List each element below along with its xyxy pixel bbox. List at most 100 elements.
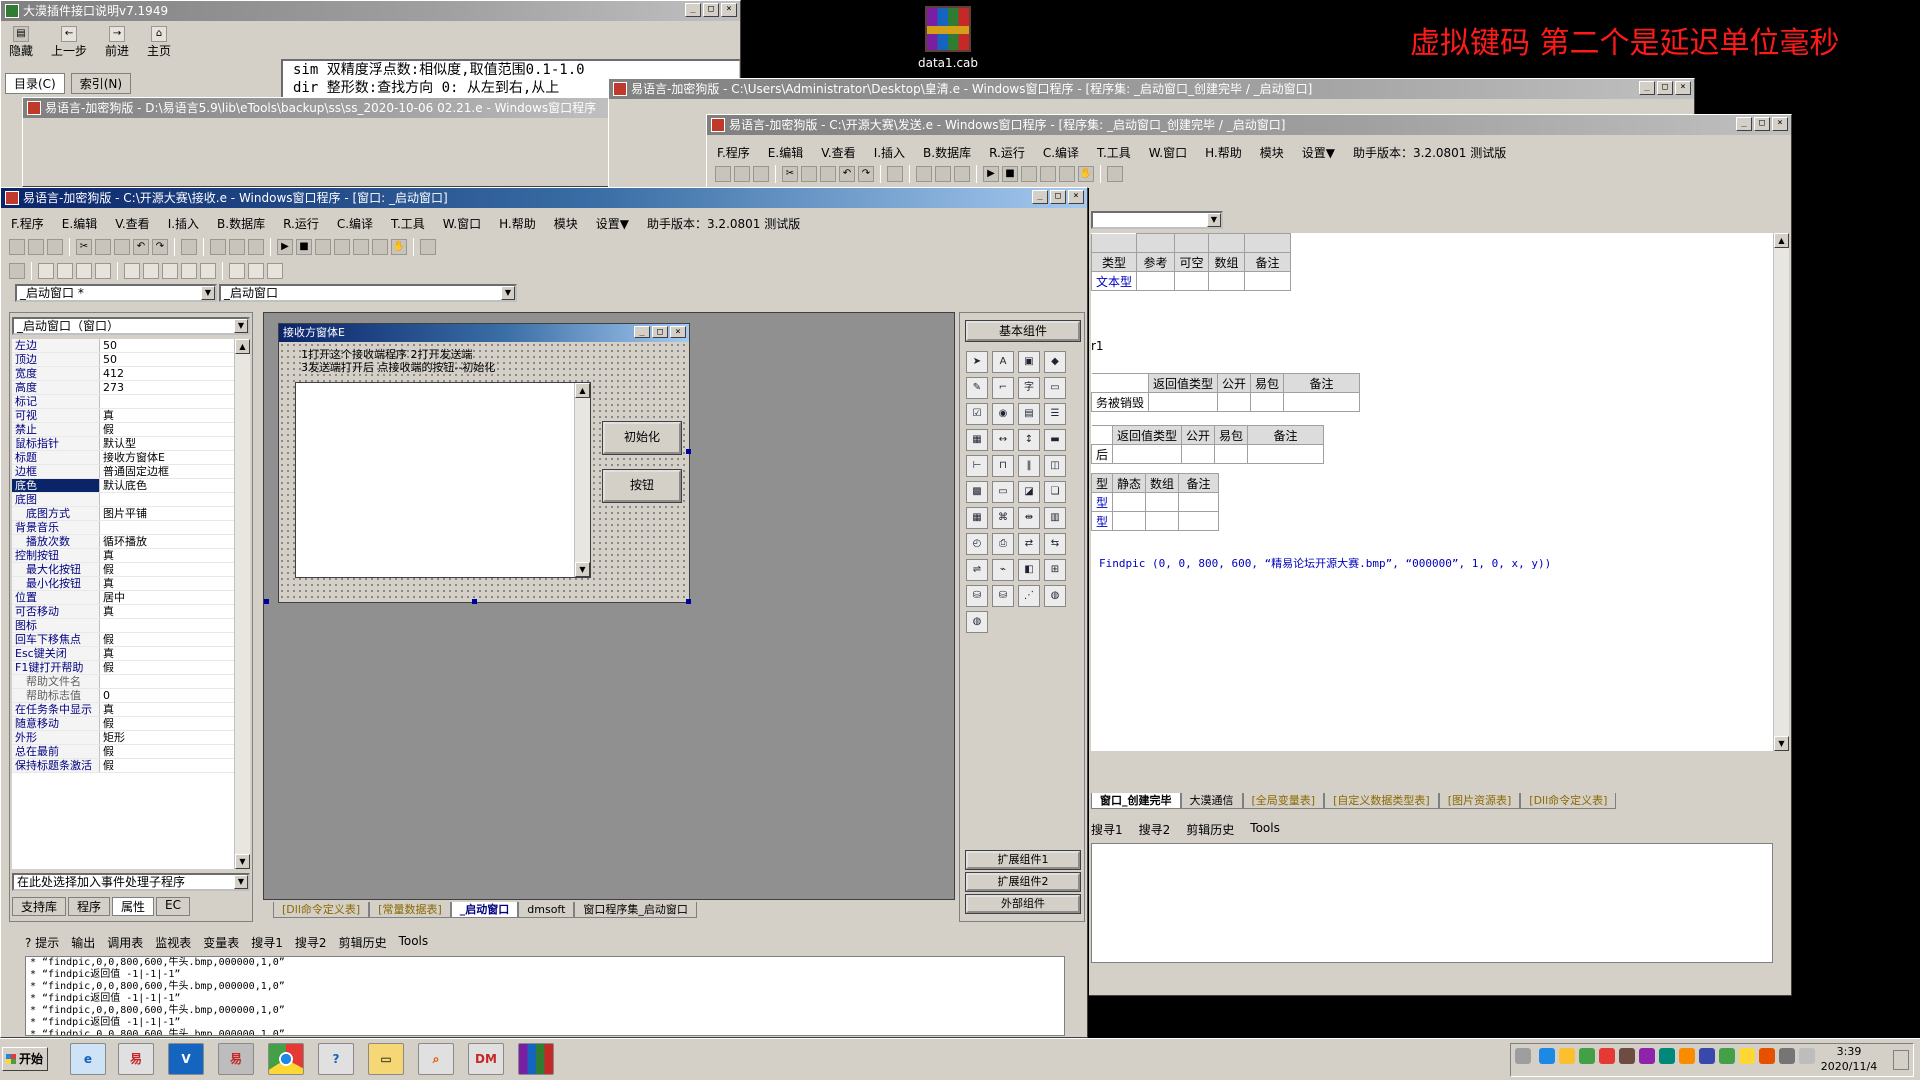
tray-app-icon[interactable] [1599,1048,1615,1064]
step-icon[interactable] [1021,166,1037,182]
align-icon[interactable] [162,263,178,279]
property-value[interactable]: 默认型 [100,437,234,450]
step-icon[interactable] [315,239,331,255]
tab-program[interactable]: 程序 [68,897,111,916]
tab-window-created[interactable]: 窗口_创建完毕 [1091,793,1181,809]
tab-control-icon[interactable]: ⊓ [992,455,1014,477]
menu-insert[interactable]: I.插入 [872,144,907,161]
show-desktop-icon[interactable] [1893,1050,1909,1070]
close-button[interactable]: × [1772,117,1788,131]
align-icon[interactable] [181,263,197,279]
table-icon[interactable]: ▥ [1044,507,1066,529]
tab-dll-commands[interactable]: [Dll命令定义表] [273,902,370,918]
scroll-up-icon[interactable]: ▲ [575,383,590,398]
scroll-down-icon[interactable]: ▼ [575,562,590,577]
tray-app-icon[interactable] [1619,1048,1635,1064]
editbox-icon[interactable]: ▭ [1044,377,1066,399]
resize-handle[interactable] [472,599,477,604]
property-value[interactable]: 真 [100,605,234,618]
event-select[interactable]: _启动窗口 ▼ [219,284,517,302]
property-grid[interactable]: 左边 50 顶边 50 宽度 412 高度 273 标记 可视真禁止假鼠标指针 默认型 标题 接收方窗体… [12,339,234,869]
timer-icon[interactable]: ◴ [966,533,988,555]
link-icon[interactable]: ⇌ [966,559,988,581]
undo-icon[interactable]: ↶ [133,239,149,255]
tab-variables[interactable]: 变量表 [203,934,239,951]
layout-icon[interactable] [210,239,226,255]
event-handler-select[interactable]: 在此处选择加入事件处理子程序 ▼ [12,873,250,891]
property-row[interactable]: 背景音乐 [12,521,234,535]
property-value[interactable]: 真 [100,703,234,716]
property-value[interactable] [100,521,234,534]
open-icon[interactable] [28,239,44,255]
main-ide-window[interactable]: 易语言-加密狗版 - C:\开源大赛\接收.e - Windows窗口程序 - … [0,187,1088,1038]
minimize-button[interactable]: _ [634,326,650,338]
align-icon[interactable] [229,263,245,279]
label-icon[interactable]: A [992,351,1014,373]
menu-tools[interactable]: T.工具 [389,215,427,232]
right-event-select[interactable]: ▼ [1091,211,1223,229]
chart-icon[interactable]: ⋰ [1018,585,1040,607]
property-value[interactable]: 273 [100,381,234,394]
property-row[interactable]: 随意移动假 [12,717,234,731]
property-value[interactable] [100,619,234,632]
find-icon[interactable] [181,239,197,255]
property-row[interactable]: 保持标题条激活假 [12,759,234,773]
image-box-icon[interactable]: ◪ [1018,481,1040,503]
layout-icon[interactable] [248,239,264,255]
property-value[interactable]: 假 [100,633,234,646]
maximize-button[interactable]: □ [652,326,668,338]
scroll-down-icon[interactable]: ▼ [235,854,250,869]
property-row[interactable]: 总在最前假 [12,745,234,759]
output-log[interactable]: * “findpic,0,0,800,600,牛头.bmp,000000,1,0… [25,956,1065,1036]
taskbar-explorer[interactable]: ▭ [368,1043,404,1075]
property-row[interactable]: 底图方式 图片平铺 [12,507,234,521]
design-form[interactable]: 接收方窗体E _ □ × 1打开这个接收端程序 2打开发送端 3发送端打开后 点接收… [278,323,690,603]
paste-icon[interactable] [114,239,130,255]
property-row[interactable]: 标记 [12,395,234,409]
listview-icon[interactable]: ▦ [966,429,988,451]
taskbar-chrome[interactable] [268,1043,304,1075]
align-icon[interactable] [248,263,264,279]
property-row[interactable]: 高度 273 [12,381,234,395]
frame-icon[interactable]: ◧ [1018,559,1040,581]
tab-dm-comm[interactable]: 大漠通信 [1180,793,1243,809]
undo-icon[interactable]: ↶ [839,166,855,182]
tab-window-program-set[interactable]: 窗口程序集_启动窗口 [574,902,697,918]
step-icon[interactable] [1040,166,1056,182]
tray-app-icon[interactable] [1639,1048,1655,1064]
property-value[interactable]: 图片平铺 [100,507,234,520]
property-value[interactable]: 接收方窗体E [100,451,234,464]
port-icon[interactable]: ⌁ [992,559,1014,581]
scroll-up-icon[interactable]: ▲ [235,339,250,354]
hscroll-icon[interactable]: ↔ [992,429,1014,451]
layout-icon[interactable] [229,239,245,255]
property-row[interactable]: 位置 居中 [12,591,234,605]
right-code-area[interactable]: 类型 参考 可空 数组 备注 文本型 r1 返回值类型 公开 易包 备注 务被销毁 返… [1091,233,1773,751]
resize-handle[interactable] [264,599,269,604]
align-icon[interactable] [200,263,216,279]
minimize-button[interactable]: _ [685,3,701,17]
property-value[interactable] [100,395,234,408]
maximize-button[interactable]: □ [703,3,719,17]
property-value[interactable]: 真 [100,549,234,562]
odbc-icon[interactable]: ◍ [1044,585,1066,607]
step-icon[interactable] [1059,166,1075,182]
hand-icon[interactable]: ✋ [391,239,407,255]
property-row[interactable]: 帮助标志值 0 [12,689,234,703]
keyboard-icon[interactable] [1515,1048,1531,1064]
align-icon[interactable] [267,263,283,279]
slider-icon[interactable]: ⊢ [966,455,988,477]
align-icon[interactable] [57,263,73,279]
menu-help[interactable]: H.帮助 [1203,144,1244,161]
tab-clip-history[interactable]: 剪辑历史 [339,934,387,951]
resize-handle[interactable] [686,599,691,604]
tab-constants[interactable]: [常量数据表] [369,902,451,918]
property-row[interactable]: 播放次数 循环播放 [12,535,234,549]
property-row[interactable]: 左边 50 [12,339,234,353]
menu-help[interactable]: H.帮助 [497,215,538,232]
tray-app-icon[interactable] [1739,1048,1755,1064]
property-row[interactable]: 禁止假 [12,423,234,437]
property-row[interactable]: 可视真 [12,409,234,423]
taskbar-dm[interactable]: DM [468,1043,504,1075]
close-button[interactable]: × [721,3,737,17]
